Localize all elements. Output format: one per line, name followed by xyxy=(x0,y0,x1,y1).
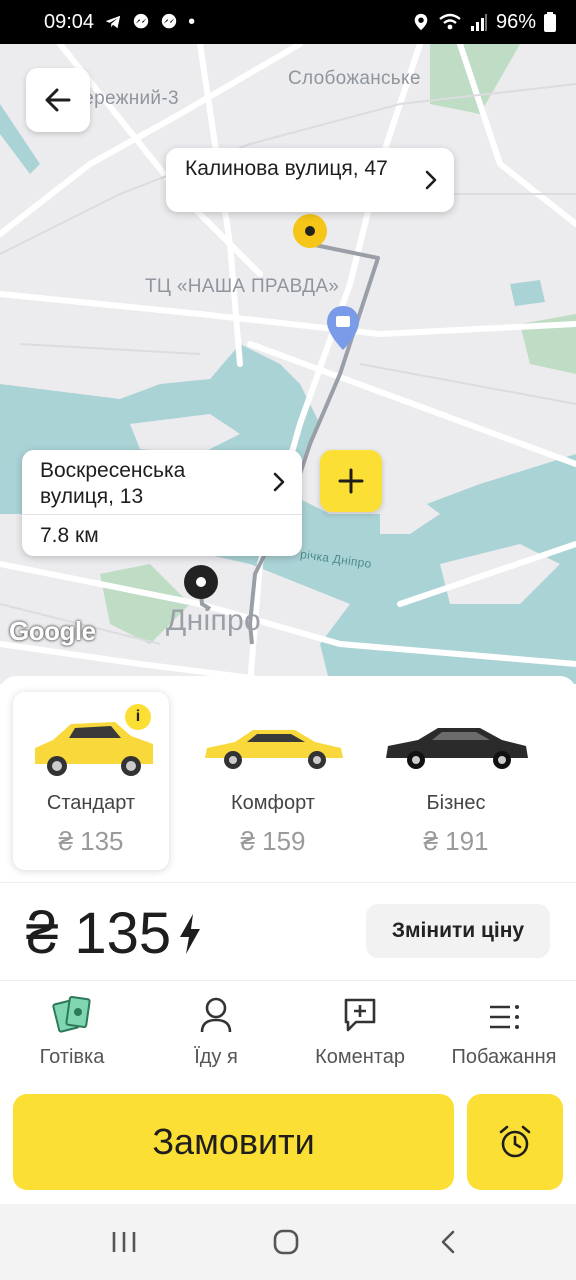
cash-icon xyxy=(52,996,91,1033)
status-time: 09:04 xyxy=(44,10,95,33)
back-button[interactable] xyxy=(26,68,90,132)
map-label-poi: ТЦ «НАША ПРАВДА» xyxy=(145,276,340,297)
tariff-comfort[interactable]: Комфорт ₴ 159 xyxy=(195,692,351,870)
system-nav-bar xyxy=(0,1204,576,1280)
tariff-price: ₴ 135 xyxy=(58,826,124,856)
order-options: Готівка Їду я Коментар Побажання xyxy=(0,990,576,1080)
home-button[interactable] xyxy=(266,1226,306,1258)
alarm-clock-icon xyxy=(499,1125,531,1158)
divider xyxy=(0,980,576,981)
price-row: ₴ 135 Змінити ціну xyxy=(0,882,576,982)
schedule-button[interactable] xyxy=(467,1094,563,1190)
option-label: Готівка xyxy=(39,1046,105,1068)
order-button[interactable]: Замовити xyxy=(13,1094,454,1190)
wifi-icon xyxy=(439,13,461,30)
option-label: Побажання xyxy=(451,1046,557,1068)
pickup-address-card[interactable]: Калинова вулиця, 47 xyxy=(166,148,454,212)
chevron-right-icon xyxy=(425,170,437,190)
tariff-business[interactable]: Бізнес ₴ 191 xyxy=(378,692,534,870)
trip-price: ₴ 135 xyxy=(26,900,203,967)
destination-address-card[interactable]: Воскресенська вулиця, 13 7.8 км xyxy=(22,450,302,556)
map-background xyxy=(0,44,576,684)
arrow-left-icon xyxy=(45,88,71,112)
chevron-right-icon xyxy=(273,472,285,492)
battery-percent: 96% xyxy=(495,10,536,33)
destination-address: Воскресенська вулиця, 13 xyxy=(40,459,186,508)
chevron-left-icon xyxy=(441,1230,455,1254)
map-label-slobozhanske: Слобожанське xyxy=(288,68,421,89)
home-icon xyxy=(273,1229,299,1255)
add-stop-button[interactable] xyxy=(320,450,382,512)
map-label-city: Дніпро xyxy=(166,604,261,637)
option-wishes[interactable]: Побажання xyxy=(432,990,576,1069)
tariff-standard[interactable]: i Стандарт ₴ 135 xyxy=(13,692,169,870)
tariff-name: Комфорт xyxy=(231,792,315,814)
tariff-name: Бізнес xyxy=(426,792,486,814)
option-label: Їду я xyxy=(194,1046,238,1068)
signal-icon xyxy=(470,14,487,31)
option-cash[interactable]: Готівка xyxy=(0,990,144,1069)
option-label: Коментар xyxy=(315,1046,405,1068)
route-distance: 7.8 км xyxy=(22,514,302,556)
telegram-icon xyxy=(105,15,121,29)
trip-price-value: ₴ 135 xyxy=(26,901,172,966)
option-comment[interactable]: Коментар xyxy=(288,990,432,1069)
wishes-list-icon xyxy=(490,1005,519,1029)
plus-icon xyxy=(338,468,364,494)
car-sedan-icon xyxy=(205,730,343,769)
change-price-button[interactable]: Змінити ціну xyxy=(366,904,550,958)
status-bar: 09:04 • 96% xyxy=(0,0,576,44)
comment-icon xyxy=(344,998,376,1032)
system-back-button[interactable] xyxy=(428,1226,468,1258)
tariff-selector: i Стандарт ₴ 135 Комфорт ₴ 159 Бізнес ₴ … xyxy=(0,676,576,882)
recent-apps-icon xyxy=(112,1232,136,1252)
recent-apps-button[interactable] xyxy=(104,1226,144,1258)
tariff-price: ₴ 191 xyxy=(423,826,489,856)
map[interactable]: Слобожанське Лівобережний-3 ТЦ «НАША ПРА… xyxy=(0,44,576,684)
messenger-icon xyxy=(161,13,177,29)
notification-dot: • xyxy=(188,10,196,33)
tariff-price: ₴ 159 xyxy=(240,826,306,856)
lightning-icon xyxy=(180,913,201,954)
messenger-icon xyxy=(133,13,149,29)
order-sheet: i Стандарт ₴ 135 Комфорт ₴ 159 Бізнес ₴ … xyxy=(0,676,576,1204)
tariff-name: Стандарт xyxy=(46,792,136,814)
pickup-address: Калинова вулиця, 47 xyxy=(185,157,388,180)
person-icon xyxy=(200,997,232,1033)
location-icon xyxy=(414,13,428,31)
battery-icon xyxy=(544,12,556,32)
option-im-riding[interactable]: Їду я xyxy=(144,990,288,1069)
info-badge[interactable]: i xyxy=(125,704,151,730)
car-business-icon xyxy=(386,728,528,769)
google-attribution: Google xyxy=(9,616,96,646)
